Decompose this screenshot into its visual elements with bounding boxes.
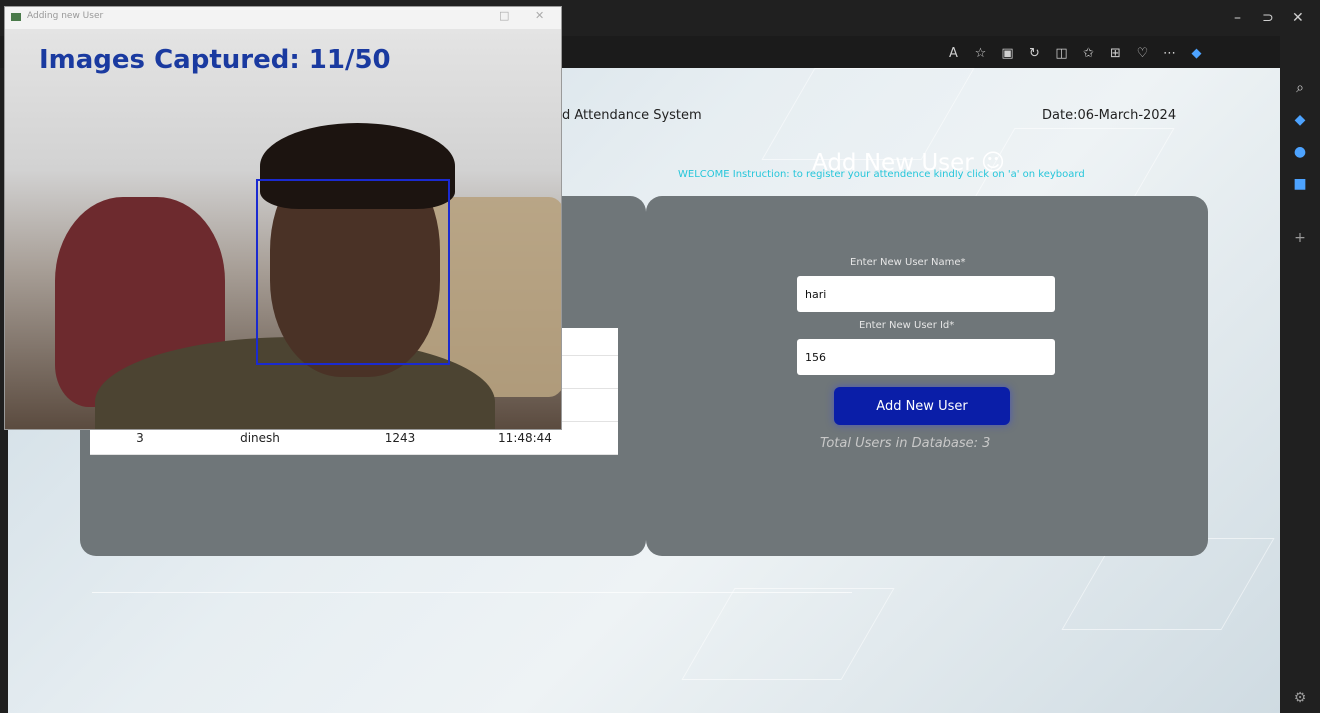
app-title: d Attendance System xyxy=(562,108,702,123)
add-sidebar-icon[interactable]: + xyxy=(1280,230,1320,246)
images-captured-counter: Images Captured: 11/50 xyxy=(39,45,391,75)
minimize-icon[interactable]: – xyxy=(1234,10,1241,26)
cell-time: 11:48:44 xyxy=(498,431,552,445)
cell-name: dinesh xyxy=(240,431,280,445)
background-pattern xyxy=(681,588,895,680)
background-pattern xyxy=(761,68,975,160)
copilot-icon[interactable]: ◆ xyxy=(1183,42,1210,64)
shopping-icon[interactable]: ◆ xyxy=(1280,112,1320,128)
total-users-text: Total Users in Database: 3 xyxy=(820,436,991,451)
divider xyxy=(92,592,852,593)
extension-icon[interactable]: ▣ xyxy=(994,42,1021,64)
refresh-extension-icon[interactable]: ↻ xyxy=(1021,42,1048,64)
add-new-user-button[interactable]: Add New User xyxy=(834,387,1010,425)
user-id-input[interactable] xyxy=(797,339,1055,375)
maximize-icon[interactable]: □ xyxy=(499,9,509,22)
close-icon[interactable]: ✕ xyxy=(535,9,544,22)
add-user-panel xyxy=(646,196,1208,556)
read-aloud-icon[interactable]: A xyxy=(940,42,967,64)
close-icon[interactable]: ✕ xyxy=(1292,10,1304,26)
favorite-star-icon[interactable]: ☆ xyxy=(967,42,994,64)
camera-window-title: Adding new User xyxy=(27,11,104,21)
cell-id: 1243 xyxy=(384,431,416,445)
collections-icon[interactable]: ⊞ xyxy=(1102,42,1129,64)
split-screen-icon[interactable]: ◫ xyxy=(1048,42,1075,64)
date-label: Date:06-March-2024 xyxy=(1042,108,1177,123)
face-detection-box xyxy=(256,179,450,365)
app-icon xyxy=(11,13,21,21)
settings-gear-icon[interactable]: ⚙ xyxy=(1280,690,1320,706)
toolbar-icons: A ☆ ▣ ↻ ◫ ✩ ⊞ ♡ ⋯ ◆ xyxy=(940,42,1210,64)
tools-icon[interactable]: ● xyxy=(1280,144,1320,160)
camera-window[interactable]: Adding new User □ ✕ Images Captured: 11/… xyxy=(4,6,562,430)
performance-icon[interactable]: ♡ xyxy=(1129,42,1156,64)
user-name-input[interactable] xyxy=(797,276,1055,312)
favorites-icon[interactable]: ✩ xyxy=(1075,42,1102,64)
outlook-icon[interactable]: ■ xyxy=(1280,176,1320,192)
browser-sidebar: ⌕ ◆ ● ■ + ⚙ xyxy=(1280,36,1320,713)
cell-sno: 3 xyxy=(136,431,144,445)
restore-icon[interactable]: ⊃ xyxy=(1262,10,1274,26)
camera-window-titlebar[interactable]: Adding new User □ ✕ xyxy=(5,7,561,29)
form-title: Add New User ☺ xyxy=(812,150,1006,176)
more-options-icon[interactable]: ⋯ xyxy=(1156,42,1183,64)
name-label: Enter New User Name* xyxy=(850,257,966,268)
search-icon[interactable]: ⌕ xyxy=(1280,80,1320,96)
id-label: Enter New User Id* xyxy=(859,320,955,331)
